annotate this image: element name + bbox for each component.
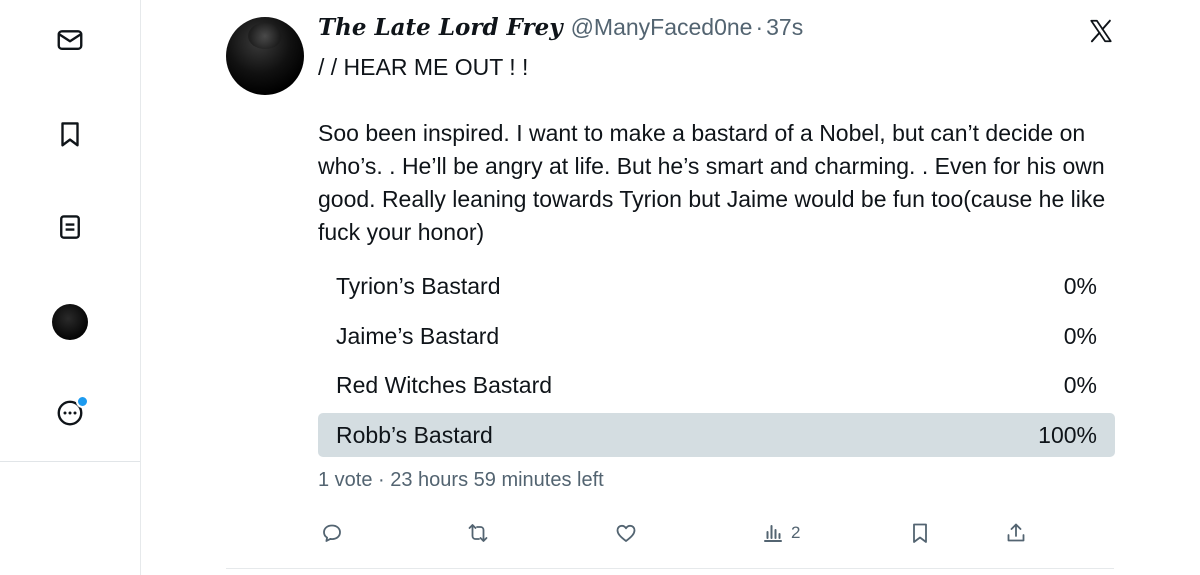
bookmark-button[interactable]	[908, 516, 932, 550]
share-button[interactable]	[1004, 516, 1028, 550]
mail-icon	[57, 30, 83, 50]
tweet-header: The Late Lord Frey @ManyFaced0ne · 37s	[318, 14, 803, 41]
bookmark-icon	[61, 122, 79, 147]
author-display-name[interactable]: The Late Lord Frey	[318, 14, 563, 41]
tweet[interactable]: The Late Lord Frey @ManyFaced0ne · 37s / /…	[226, 0, 1156, 575]
list-icon	[60, 215, 80, 239]
poll-option-percent: 0%	[1063, 273, 1097, 299]
heart-icon	[616, 524, 636, 542]
views-button[interactable]: 2	[761, 516, 800, 550]
tweet-text-paragraph: Soo been inspired. I want to make a bast…	[318, 120, 1106, 245]
reply-button[interactable]	[320, 516, 344, 550]
author-avatar[interactable]	[226, 17, 304, 95]
retweet-icon	[468, 524, 488, 542]
header-separator: ·	[755, 14, 764, 40]
poll-option[interactable]: Jaime’s Bastard 0%	[318, 314, 1115, 358]
sidebar-item-bookmarks[interactable]	[46, 110, 94, 158]
poll-option-percent: 0%	[1063, 372, 1097, 399]
sidebar-item-profile[interactable]	[46, 298, 94, 346]
poll-option-label: Robb’s Bastard	[336, 422, 493, 449]
tweet-actions: 2	[318, 516, 1118, 550]
sidebar	[0, 0, 141, 575]
author-handle[interactable]: @ManyFaced0ne	[571, 14, 753, 40]
poll-meta: 1 vote · 23 hours 59 minutes left	[318, 469, 604, 491]
sidebar-item-lists[interactable]	[46, 203, 94, 251]
poll-option-label: Tyrion’s Bastard	[336, 273, 501, 299]
share-icon	[1007, 523, 1025, 542]
sidebar-divider	[0, 461, 140, 462]
views-count: 2	[791, 523, 801, 542]
tweet-text-line1: / / HEAR ME OUT ! !	[318, 54, 529, 80]
poll: Tyrion’s Bastard 0% Jaime’s Bastard 0% R…	[318, 264, 1115, 463]
tweet-text: / / HEAR ME OUT ! ! Soo been inspired. I…	[318, 51, 1118, 249]
avatar	[52, 304, 88, 340]
views-icon	[764, 525, 782, 542]
poll-option[interactable]: Red Witches Bastard 0%	[318, 363, 1115, 407]
retweet-button[interactable]	[466, 516, 490, 550]
bookmark-icon	[913, 523, 927, 543]
sidebar-item-more[interactable]	[46, 389, 94, 437]
poll-option[interactable]: Robb’s Bastard 100%	[318, 413, 1115, 458]
tweet-divider	[226, 568, 1114, 569]
poll-option-label: Jaime’s Bastard	[336, 322, 500, 349]
author-handle-time: @ManyFaced0ne · 37s	[571, 14, 804, 41]
poll-option-label: Red Witches Bastard	[336, 372, 553, 399]
poll-option[interactable]: Tyrion’s Bastard 0%	[318, 264, 1115, 308]
app: The Late Lord Frey @ManyFaced0ne · 37s / /…	[0, 0, 1200, 575]
poll-option-percent: 0%	[1063, 322, 1097, 349]
reply-icon	[323, 524, 341, 542]
tweet-timestamp[interactable]: 37s	[766, 14, 803, 40]
sidebar-item-messages[interactable]	[46, 16, 94, 64]
x-logo-icon	[1090, 19, 1112, 43]
poll-option-percent: 100%	[1038, 422, 1097, 449]
close-button[interactable]	[1084, 14, 1118, 48]
notification-dot	[76, 395, 89, 408]
like-button[interactable]	[614, 516, 638, 550]
